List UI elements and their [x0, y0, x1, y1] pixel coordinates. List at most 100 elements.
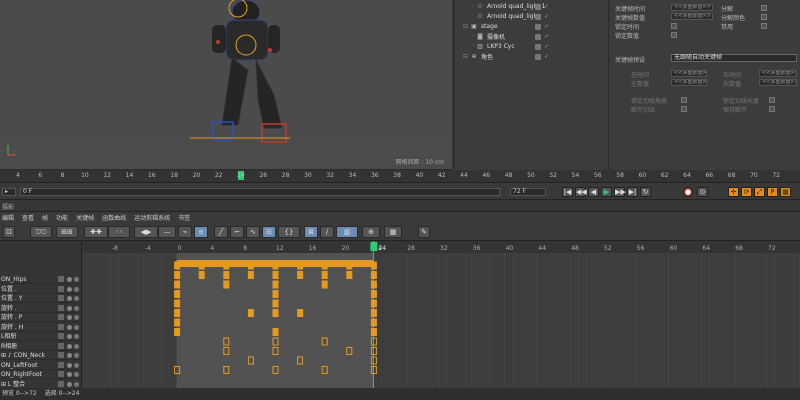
tree-branch-icon[interactable]: · [460, 3, 474, 10]
timeline-menu-item[interactable]: 运动剪辑系统 [134, 213, 170, 222]
ratio-button[interactable]: ▥ [336, 226, 358, 238]
snap-button[interactable]: ◀▶ [134, 226, 158, 238]
enabled-check-icon[interactable]: ✓ [544, 43, 550, 50]
object-row[interactable]: · ◙ 摄像机 ✓ [454, 32, 609, 41]
track-visibility-icon[interactable] [67, 343, 72, 349]
track-visibility-icon[interactable] [67, 286, 72, 292]
key-filter-button[interactable]: ✛ [728, 187, 739, 197]
visibility-dot-icon[interactable] [535, 13, 541, 20]
record-button[interactable]: ● [683, 187, 693, 197]
timeline-menu-item[interactable]: 编辑 [2, 213, 14, 222]
track-lock-icon[interactable] [58, 323, 64, 330]
track-lock-icon[interactable] [58, 342, 64, 349]
tree-branch-icon[interactable]: ⊟ [454, 53, 468, 60]
track-row[interactable]: 旋转 . H [0, 323, 82, 332]
track-visibility-icon[interactable] [67, 324, 72, 330]
timeline-tab-label[interactable]: 摄影 [2, 202, 14, 211]
attribute-checkbox[interactable] [671, 23, 677, 29]
zero-button[interactable]: ⊕ [362, 226, 380, 238]
3d-viewport[interactable]: 网格间距 : 10 cm [0, 0, 452, 170]
track-lock-icon[interactable] [58, 361, 64, 368]
attribute-checkbox[interactable] [761, 5, 767, 11]
attribute-field[interactable]: <<多重数值>> [759, 79, 797, 86]
enabled-check-icon[interactable]: ✓ [544, 33, 550, 40]
track-solo-icon[interactable] [74, 372, 79, 377]
tree-branch-icon[interactable]: · [460, 33, 474, 40]
transport-button[interactable]: ▶▶ [614, 187, 626, 197]
autokey-button[interactable]: ⊙ [697, 187, 708, 197]
visibility-dot-icon[interactable] [535, 33, 541, 40]
tree-branch-icon[interactable]: · [460, 43, 474, 50]
transport-button[interactable]: ◀◀ [575, 187, 587, 197]
track-visibility-icon[interactable] [67, 315, 72, 320]
visibility-dot-icon[interactable] [535, 23, 541, 30]
track-lock-icon[interactable] [58, 333, 64, 339]
attribute-field[interactable]: <<多重数值>> [671, 4, 713, 11]
track-solo-icon[interactable] [74, 286, 79, 292]
attribute-checkbox[interactable] [681, 97, 687, 103]
track-row[interactable]: 旋转 . P [0, 313, 82, 322]
track-visibility-icon[interactable] [67, 353, 72, 358]
track-lock-icon[interactable] [58, 314, 64, 320]
attribute-field[interactable]: <<多重数值>> [671, 70, 707, 77]
object-row[interactable]: · ☉ Arnold quad_light.1 ✓ [454, 2, 609, 11]
bracket-button[interactable]: {} [278, 226, 300, 238]
track-lock-icon[interactable] [58, 380, 64, 387]
track-solo-icon[interactable] [74, 362, 79, 368]
transport-button[interactable]: |◀ [562, 187, 573, 197]
grid-snap-button[interactable]: ▦ [384, 226, 402, 238]
tangent-button[interactable]: ⌁ [178, 226, 192, 238]
ease-button[interactable]: ∿ [246, 226, 260, 238]
track-lock-icon[interactable] [58, 285, 64, 292]
attribute-field[interactable]: <<多重数值>> [671, 13, 713, 20]
attribute-field[interactable]: <<多重数值>> [671, 79, 707, 86]
transport-button[interactable]: ◀ [588, 187, 599, 197]
timeline-menu-item[interactable]: 帧 [42, 213, 48, 222]
track-visibility-icon[interactable] [67, 372, 72, 377]
track-row[interactable]: ON_LeftFoot [0, 361, 82, 370]
time-ruler[interactable]: 4 6 8 10 12 14 16 18 20 22 24 26 28 30 32 34 36 38 40 42 44 4… [0, 170, 800, 183]
track-solo-icon[interactable] [74, 324, 79, 330]
track-lock-icon[interactable] [58, 276, 64, 282]
track-visibility-icon[interactable] [67, 381, 72, 387]
object-row[interactable]: ⊟ ⊕ 角色 ✓ [454, 52, 609, 61]
track-lock-icon[interactable] [58, 352, 64, 358]
key-filter-button[interactable]: ⤢ [754, 187, 765, 197]
enabled-check-icon[interactable]: ✓ [544, 3, 550, 10]
attribute-checkbox[interactable] [769, 97, 775, 103]
spline-button[interactable]: — [158, 226, 176, 238]
track-solo-icon[interactable] [74, 305, 79, 311]
preview-range-end[interactable]: 72 F [510, 188, 546, 196]
timeline-menu-item[interactable]: 函数曲线 [102, 213, 126, 222]
track-lock-icon[interactable] [58, 371, 64, 377]
track-row[interactable]: ON_Hips [0, 275, 82, 284]
track-visibility-icon[interactable] [67, 362, 72, 368]
track-solo-icon[interactable] [74, 296, 79, 301]
track-row[interactable]: 旋转 . [0, 304, 82, 313]
track-lock-icon[interactable] [58, 295, 64, 301]
track-solo-icon[interactable] [74, 381, 79, 387]
draw-button[interactable]: ✎ [418, 226, 430, 238]
dope-sheet[interactable]: -8 -4 0 4 8 12 16 20 24 28 32 36 40 44 48 52 56 60 64 68 72 2… [82, 241, 800, 388]
visibility-dot-icon[interactable] [535, 53, 541, 60]
track-solo-icon[interactable] [74, 343, 79, 349]
track-row[interactable]: L相册 [0, 332, 82, 341]
lock-button[interactable]: ⊟ [262, 226, 276, 238]
enabled-check-icon[interactable]: ✓ [544, 13, 550, 20]
track-visibility-icon[interactable] [67, 296, 72, 301]
track-visibility-icon[interactable] [67, 305, 72, 311]
link-button[interactable]: ⎋⎋ [30, 226, 52, 238]
track-solo-icon[interactable] [74, 277, 79, 282]
tree-branch-icon[interactable]: · [460, 13, 474, 20]
track-row[interactable]: ⊞ ♪ CON_Neck [0, 351, 82, 360]
attribute-checkbox[interactable] [761, 14, 767, 20]
slope-button[interactable]: ∕ [320, 226, 334, 238]
track-lock-icon[interactable] [58, 304, 64, 311]
track-solo-icon[interactable] [74, 334, 79, 339]
object-row[interactable]: · ☉ Arnold quad_light ✓ [454, 12, 609, 21]
transport-button[interactable]: ▶ [601, 187, 612, 197]
add-key-button[interactable]: ✚✚ [84, 226, 108, 238]
enabled-check-icon[interactable]: ✓ [544, 53, 550, 60]
key-filter-button[interactable]: P [767, 187, 778, 197]
attribute-checkbox[interactable] [769, 106, 775, 112]
